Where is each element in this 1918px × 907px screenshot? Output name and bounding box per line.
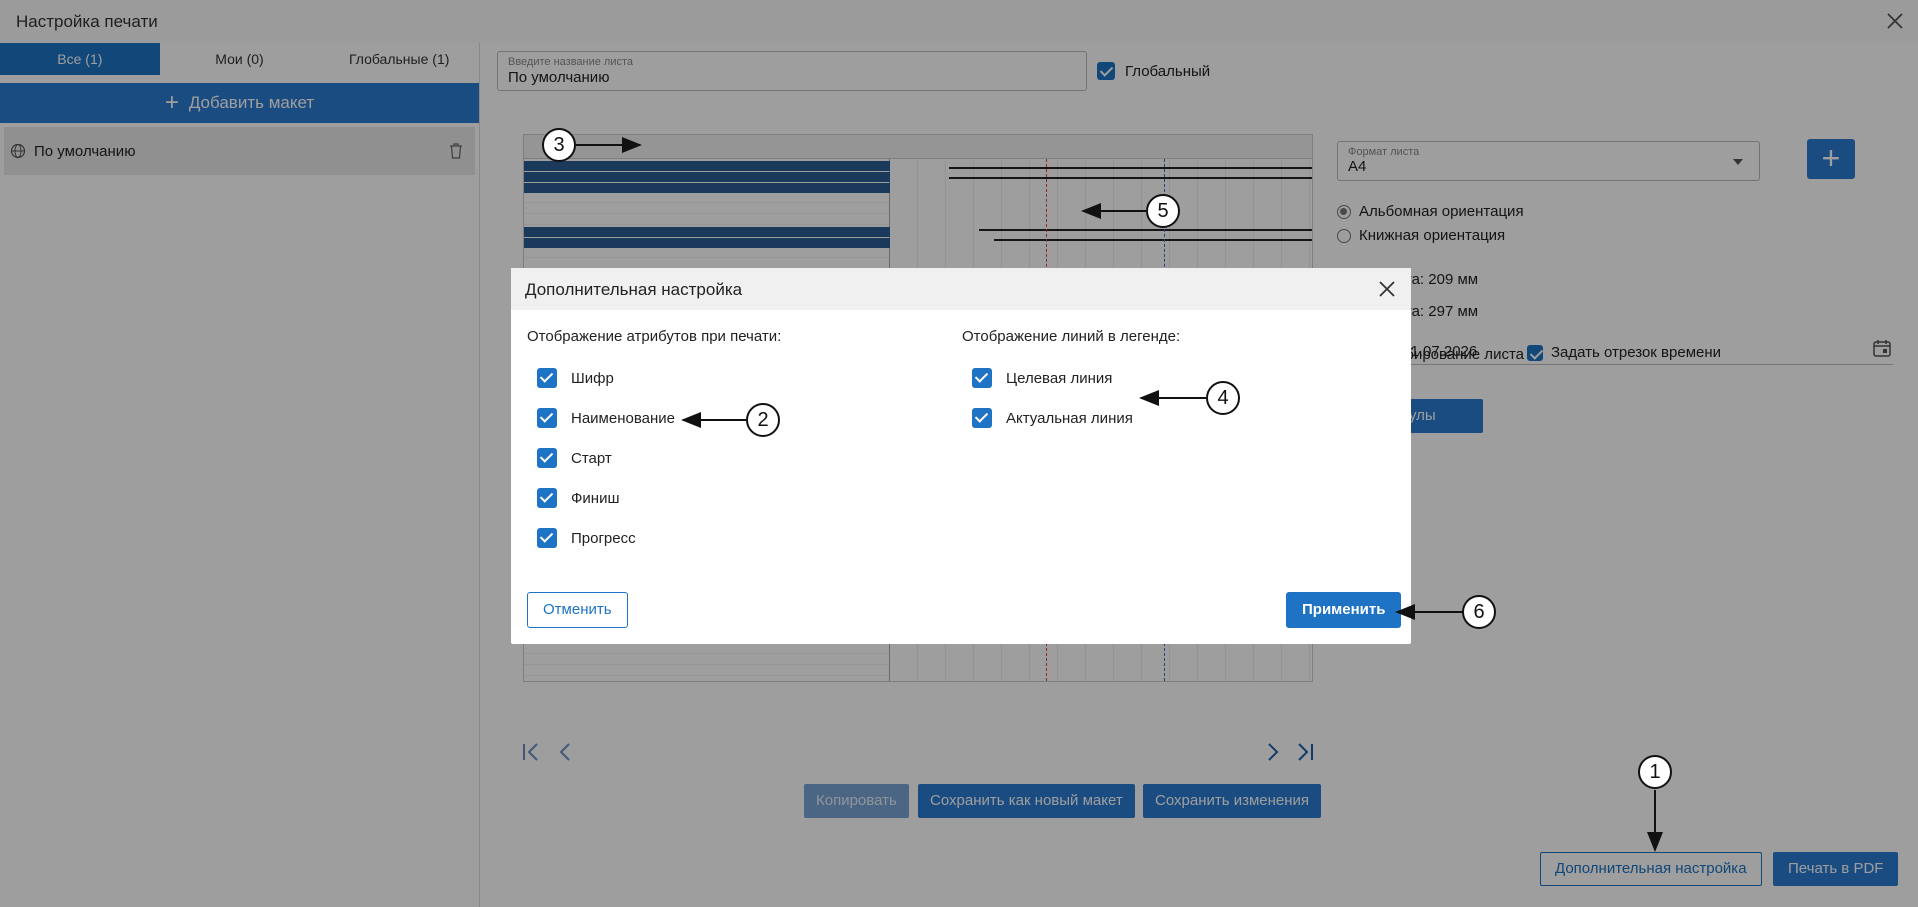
legend-lines-section: Отображение линий в легенде: Целевая лин… — [962, 328, 1382, 438]
legend-lines-heading: Отображение линий в легенде: — [962, 328, 1181, 345]
line-checkbox-actual[interactable]: Актуальная линия — [962, 398, 1382, 438]
checkbox-icon — [537, 408, 557, 428]
annotation-marker-6: 6 — [1462, 595, 1496, 629]
annotation-marker-1: 1 — [1638, 755, 1672, 789]
attr-label: Финиш — [571, 489, 620, 507]
attr-label: Шифр — [571, 369, 614, 387]
checkbox-icon — [537, 448, 557, 468]
attr-checkbox-progress[interactable]: Прогресс — [527, 518, 947, 558]
attributes-section: Отображение атрибутов при печати: Шифр Н… — [527, 328, 947, 558]
annotation-marker-5: 5 — [1146, 194, 1180, 228]
attr-checkbox-code[interactable]: Шифр — [527, 358, 947, 398]
checkbox-icon — [537, 368, 557, 388]
line-label: Целевая линия — [1006, 369, 1113, 387]
attr-checkbox-name[interactable]: Наименование — [527, 398, 947, 438]
attr-label: Прогресс — [571, 529, 636, 547]
cancel-button[interactable]: Отменить — [527, 592, 628, 628]
checkbox-icon — [537, 528, 557, 548]
dialog-header: Дополнительная настройка — [511, 268, 1411, 310]
line-checkbox-target[interactable]: Целевая линия — [962, 358, 1382, 398]
checkbox-icon — [537, 488, 557, 508]
print-settings-window: Настройка печати Все (1) Мои (0) Глобаль… — [0, 0, 1918, 907]
annotation-marker-4: 4 — [1206, 381, 1240, 415]
line-label: Актуальная линия — [1006, 409, 1133, 427]
advanced-settings-dialog: Дополнительная настройка Отображение атр… — [511, 268, 1411, 644]
close-icon[interactable] — [1377, 279, 1397, 299]
attributes-heading: Отображение атрибутов при печати: — [527, 328, 782, 345]
checkbox-icon — [972, 368, 992, 388]
annotation-marker-2: 2 — [746, 403, 780, 437]
dialog-title: Дополнительная настройка — [525, 280, 743, 299]
apply-button[interactable]: Применить — [1286, 592, 1402, 628]
attr-checkbox-start[interactable]: Старт — [527, 438, 947, 478]
attr-label: Старт — [571, 449, 612, 467]
attr-checkbox-finish[interactable]: Финиш — [527, 478, 947, 518]
annotation-marker-3: 3 — [542, 128, 576, 162]
checkbox-icon — [972, 408, 992, 428]
attr-label: Наименование — [571, 409, 675, 427]
